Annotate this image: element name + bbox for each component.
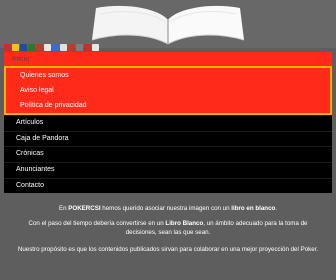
intro-paragraph-2: Con el paso del tiempo debería convertir…: [0, 219, 336, 237]
language-flag[interactable]: [44, 44, 51, 51]
language-flag[interactable]: [60, 44, 67, 51]
submenu-item-privacidad[interactable]: Política de privacidad: [6, 98, 330, 113]
text-span: En: [58, 205, 69, 212]
text-span: hemos querido asociar nuestra imagen con…: [100, 205, 232, 212]
language-flag[interactable]: [4, 44, 11, 51]
language-flag[interactable]: [52, 44, 59, 51]
submenu-item-aviso-legal[interactable]: Aviso legal: [6, 83, 330, 98]
language-flag[interactable]: [76, 44, 83, 51]
language-flags: [4, 44, 99, 51]
brand-name: POKERCSI: [68, 205, 101, 212]
language-flag[interactable]: [36, 44, 43, 51]
nav-item-contacto[interactable]: Contacto: [4, 177, 332, 194]
language-flag[interactable]: [68, 44, 75, 51]
intro-content: En POKERCSI hemos querido asociar nuestr…: [0, 204, 336, 260]
text-span: Con el paso del tiempo debería convertir…: [28, 220, 166, 227]
language-flag[interactable]: [84, 44, 91, 51]
language-flag[interactable]: [28, 44, 35, 51]
nav-item-articulos[interactable]: Artículos: [4, 115, 332, 131]
nav-item-cronicas[interactable]: Crónicas: [4, 146, 332, 162]
nav-item-caja-de-pandora[interactable]: Caja de Pandora: [4, 130, 332, 147]
language-flag[interactable]: [12, 44, 19, 51]
language-flag[interactable]: [92, 44, 99, 51]
bold-phrase: libro en blanco: [231, 205, 276, 212]
nav-item-inicio[interactable]: Inicio: [4, 52, 332, 66]
language-flag[interactable]: [20, 44, 27, 51]
main-nav: Inicio Quienes somos Aviso legal Polític…: [4, 52, 332, 194]
submenu-item-quienes-somos[interactable]: Quienes somos: [6, 68, 330, 83]
bold-phrase: Libro Blanco: [165, 220, 204, 227]
text-span: .: [275, 205, 278, 212]
intro-paragraph-3: Nuestro propósito es que los contenidos …: [17, 246, 319, 253]
hero-banner: [0, 0, 336, 48]
nav-item-anunciantes[interactable]: Anunciantes: [4, 162, 332, 178]
open-book-image: [0, 0, 336, 48]
nav-submenu: Quienes somos Aviso legal Política de pr…: [4, 66, 332, 115]
intro-paragraph-1: En POKERCSI hemos querido asociar nuestr…: [0, 204, 336, 213]
